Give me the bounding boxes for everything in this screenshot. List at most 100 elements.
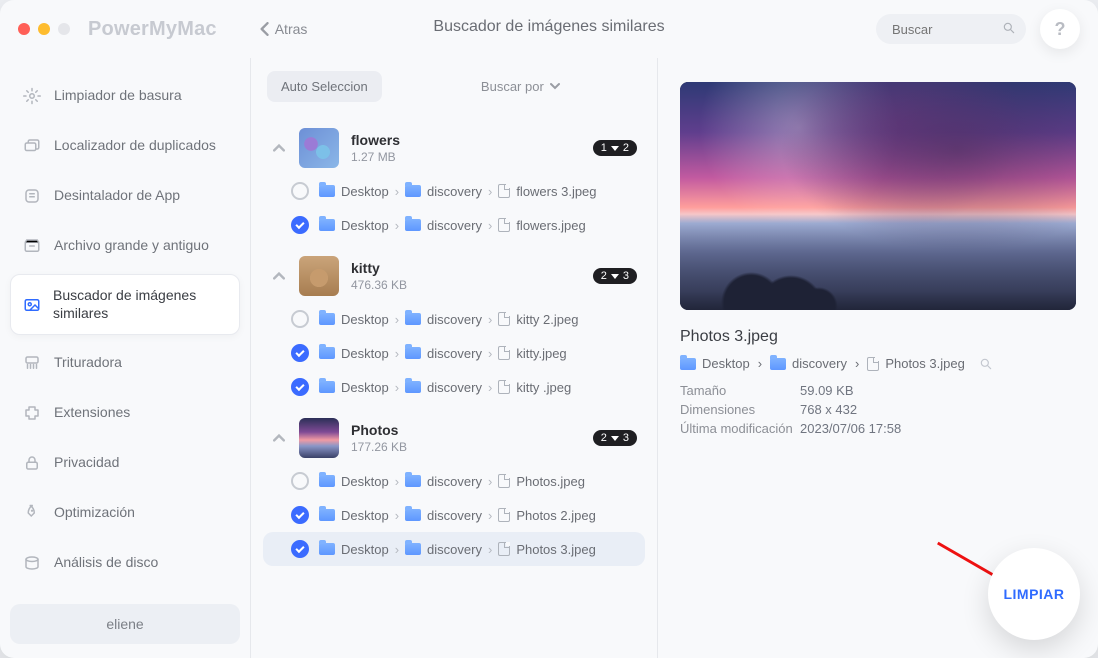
zoom-icon[interactable] bbox=[58, 23, 70, 35]
meta-label-dims: Dimensiones bbox=[680, 402, 800, 417]
path-segment[interactable]: discovery bbox=[405, 184, 482, 199]
help-icon: ? bbox=[1055, 19, 1066, 40]
file-row[interactable]: Desktop›discovery›Photos 2.jpeg bbox=[263, 498, 645, 532]
chevron-right-icon: › bbox=[855, 356, 859, 371]
path-segment[interactable]: Desktop bbox=[319, 312, 389, 327]
path-segment[interactable]: discovery bbox=[405, 218, 482, 233]
path-segment-file[interactable]: flowers 3.jpeg bbox=[498, 184, 596, 199]
path-segment[interactable]: Desktop bbox=[319, 380, 389, 395]
search-input[interactable] bbox=[890, 21, 996, 38]
checkbox[interactable] bbox=[291, 472, 309, 490]
checkbox[interactable] bbox=[291, 378, 309, 396]
caret-down-icon bbox=[611, 146, 619, 151]
path-segment[interactable]: discovery bbox=[405, 312, 482, 327]
file-row[interactable]: Desktop›discovery›Photos.jpeg bbox=[263, 464, 645, 498]
path-segment-file[interactable]: kitty .jpeg bbox=[498, 380, 571, 395]
sidebar-item-label: Optimización bbox=[54, 504, 135, 522]
window-controls bbox=[18, 23, 70, 35]
path-segment[interactable]: Desktop bbox=[319, 474, 389, 489]
file-icon bbox=[498, 312, 510, 326]
sidebar-item-optimization[interactable]: Optimización bbox=[10, 491, 240, 535]
search-box[interactable] bbox=[876, 14, 1026, 44]
group-header[interactable]: flowers1.27 MB12 bbox=[263, 122, 645, 174]
path-segment-file[interactable]: Photos 2.jpeg bbox=[498, 508, 596, 523]
chevron-right-icon: › bbox=[395, 218, 399, 233]
preview-path: Desktop › discovery › Photos 3.jpeg bbox=[680, 356, 1076, 371]
path-segment[interactable]: Desktop bbox=[319, 184, 389, 199]
group-header[interactable]: Photos177.26 KB23 bbox=[263, 412, 645, 464]
chevron-up-icon[interactable] bbox=[271, 140, 287, 156]
content: Limpiador de basura Localizador de dupli… bbox=[0, 58, 1098, 658]
sidebar-item-privacy[interactable]: Privacidad bbox=[10, 441, 240, 485]
sidebar-item-disk-analysis[interactable]: Análisis de disco bbox=[10, 541, 240, 585]
thumbnail bbox=[299, 418, 339, 458]
lock-icon bbox=[22, 453, 42, 473]
back-button[interactable]: Atras bbox=[259, 21, 308, 37]
sidebar-item-extensions[interactable]: Extensiones bbox=[10, 391, 240, 435]
file-row[interactable]: Desktop›discovery›Photos 3.jpeg bbox=[263, 532, 645, 566]
path-segment[interactable]: Desktop bbox=[680, 356, 750, 371]
reveal-icon[interactable] bbox=[979, 357, 993, 371]
file-row[interactable]: Desktop›discovery›kitty .jpeg bbox=[263, 370, 645, 404]
minimize-icon[interactable] bbox=[38, 23, 50, 35]
file-row[interactable]: Desktop›discovery›kitty 2.jpeg bbox=[263, 302, 645, 336]
file-icon bbox=[498, 218, 510, 232]
folder-icon bbox=[319, 313, 335, 325]
file-row[interactable]: Desktop›discovery›flowers 3.jpeg bbox=[263, 174, 645, 208]
path-segment-file[interactable]: kitty.jpeg bbox=[498, 346, 566, 361]
sidebar-item-label: Localizador de duplicados bbox=[54, 137, 216, 155]
chevron-right-icon: › bbox=[758, 356, 762, 371]
sidebar-item-shredder[interactable]: Trituradora bbox=[10, 341, 240, 385]
file-path: Desktop›discovery›kitty .jpeg bbox=[319, 380, 571, 395]
checkbox[interactable] bbox=[291, 540, 309, 558]
preview-filename: Photos 3.jpeg bbox=[680, 328, 1076, 346]
chevron-up-icon[interactable] bbox=[271, 430, 287, 446]
file-row[interactable]: Desktop›discovery›flowers.jpeg bbox=[263, 208, 645, 242]
close-icon[interactable] bbox=[18, 23, 30, 35]
checkbox[interactable] bbox=[291, 182, 309, 200]
chevron-up-icon[interactable] bbox=[271, 268, 287, 284]
path-segment[interactable]: discovery bbox=[405, 542, 482, 557]
file-path: Desktop›discovery›Photos 3.jpeg bbox=[319, 542, 596, 557]
file-row[interactable]: Desktop›discovery›kitty.jpeg bbox=[263, 336, 645, 370]
path-segment[interactable]: discovery bbox=[405, 508, 482, 523]
meta-label-mod: Última modificación bbox=[680, 421, 800, 436]
path-segment-file[interactable]: Photos.jpeg bbox=[498, 474, 585, 489]
chevron-right-icon: › bbox=[488, 508, 492, 523]
path-segment[interactable]: Desktop bbox=[319, 218, 389, 233]
caret-down-icon bbox=[611, 274, 619, 279]
checkbox[interactable] bbox=[291, 344, 309, 362]
path-segment[interactable]: discovery bbox=[770, 356, 847, 371]
checkbox[interactable] bbox=[291, 310, 309, 328]
path-segment-file[interactable]: kitty 2.jpeg bbox=[498, 312, 578, 327]
folder-icon bbox=[319, 219, 335, 231]
file-icon bbox=[498, 474, 510, 488]
path-segment[interactable]: discovery bbox=[405, 380, 482, 395]
path-segment[interactable]: Desktop bbox=[319, 346, 389, 361]
path-segment[interactable]: Desktop bbox=[319, 508, 389, 523]
path-segment-file[interactable]: flowers.jpeg bbox=[498, 218, 585, 233]
auto-select-button[interactable]: Auto Seleccion bbox=[267, 71, 382, 102]
results-list[interactable]: flowers1.27 MB12Desktop›discovery›flower… bbox=[251, 114, 657, 658]
folder-icon bbox=[319, 475, 335, 487]
sidebar-item-large-old[interactable]: Archivo grande y antiguo bbox=[10, 224, 240, 268]
titlebar-right: ? bbox=[876, 9, 1080, 49]
help-button[interactable]: ? bbox=[1040, 9, 1080, 49]
path-segment[interactable]: discovery bbox=[405, 346, 482, 361]
sidebar-item-duplicates[interactable]: Localizador de duplicados bbox=[10, 124, 240, 168]
clean-button[interactable]: LIMPIAR bbox=[988, 548, 1080, 640]
path-segment[interactable]: discovery bbox=[405, 474, 482, 489]
sidebar-item-junk-cleaner[interactable]: Limpiador de basura bbox=[10, 74, 240, 118]
group-header[interactable]: kitty476.36 KB23 bbox=[263, 250, 645, 302]
sort-button[interactable]: Buscar por bbox=[481, 79, 560, 94]
sidebar-item-similar-images[interactable]: Buscador de imágenes similares bbox=[10, 274, 240, 335]
sidebar-item-uninstaller[interactable]: Desintalador de App bbox=[10, 174, 240, 218]
path-segment-file[interactable]: Photos 3.jpeg bbox=[498, 542, 596, 557]
path-segment-file[interactable]: Photos 3.jpeg bbox=[867, 356, 965, 371]
checkbox[interactable] bbox=[291, 506, 309, 524]
path-segment[interactable]: Desktop bbox=[319, 542, 389, 557]
sidebar-item-label: Desintalador de App bbox=[54, 187, 180, 205]
user-chip[interactable]: eliene bbox=[10, 604, 240, 644]
checkbox[interactable] bbox=[291, 216, 309, 234]
folder-icon bbox=[319, 347, 335, 359]
